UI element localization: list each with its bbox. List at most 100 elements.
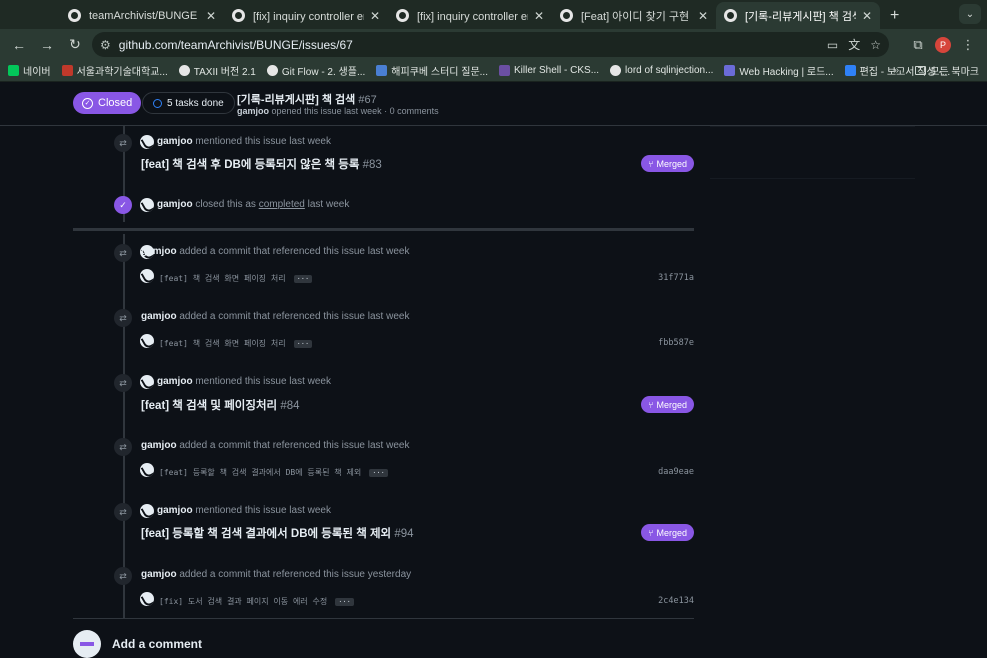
close-icon[interactable]: ✕	[534, 9, 544, 23]
tab-search-icon[interactable]: ⌄	[959, 4, 981, 24]
tasks-progress[interactable]: 5 tasks done	[142, 92, 235, 114]
bookmark-item[interactable]: lord of sqlinjection...	[610, 65, 713, 76]
extensions-icon[interactable]: ⧉	[907, 37, 929, 53]
commit-message[interactable]: [feat] 책 검색 화면 페이징 처리 ···	[159, 338, 313, 349]
commit-sha[interactable]: 31f771a	[658, 273, 694, 283]
forward-icon[interactable]: →	[36, 37, 58, 53]
bookmark-label: 해피쿠베 스터디 질문...	[391, 67, 488, 78]
user-link[interactable]: gamjoo	[141, 569, 177, 580]
cast-icon[interactable]: ▭	[827, 38, 838, 52]
merged-badge: ⑂ Merged	[641, 155, 694, 172]
browser-tab-active[interactable]: [기록-리뷰게시판] 책 검색 · Issue ✕	[716, 2, 880, 29]
commit-text[interactable]: [feat] 책 검색 화면 페이징 처리	[159, 339, 286, 348]
timeline-event: ⇄ gamjoo mentioned this issue last week …	[114, 374, 694, 416]
close-icon[interactable]: ✕	[862, 9, 872, 23]
referenced-pr[interactable]: [feat] 책 검색 및 페이징처리 #84	[141, 397, 300, 413]
event-description: mentioned this issue last week	[195, 376, 331, 387]
pr-title[interactable]: [feat] 책 검색 및 페이징처리	[141, 400, 277, 412]
bookmark-label: 서울과학기술대학교...	[76, 67, 168, 78]
user-link[interactable]: gamjoo	[157, 199, 193, 210]
issue-number: #67	[358, 94, 377, 106]
avatar[interactable]	[140, 463, 154, 477]
cross-reference-icon: ⇄	[114, 503, 132, 521]
pr-number: #84	[280, 400, 300, 412]
browser-tab[interactable]: [fix] inquiry controller error 수 ✕	[388, 2, 552, 29]
expand-button[interactable]: ···	[335, 598, 354, 606]
add-comment-heading: Add a comment	[112, 637, 203, 651]
issue-state-badge: ✓ Closed	[73, 92, 142, 114]
referenced-pr[interactable]: [feat] 등록할 책 검색 결과에서 DB에 등록된 책 제외 #94	[141, 525, 414, 541]
completed-link[interactable]: completed	[259, 199, 305, 210]
close-icon[interactable]: ✕	[698, 9, 708, 23]
user-link[interactable]: gamjoo	[157, 376, 193, 387]
avatar[interactable]	[140, 269, 154, 283]
bookmark-star-icon[interactable]: ☆	[870, 38, 881, 52]
translate-icon[interactable]: 文	[848, 36, 860, 53]
close-icon[interactable]: ✕	[370, 9, 380, 23]
avatar[interactable]	[140, 592, 154, 606]
bookmarks-more-button[interactable]: »	[893, 65, 899, 76]
all-bookmarks-button[interactable]: 모든 북마크	[915, 63, 979, 78]
expand-button[interactable]: ···	[293, 275, 313, 283]
commit-text[interactable]: [feat] 등록할 책 검색 결과에서 DB에 등록된 책 제외	[159, 468, 361, 477]
site-info-icon[interactable]: ⚙	[100, 38, 111, 52]
commit-sha[interactable]: fbb587e	[658, 338, 694, 348]
user-link[interactable]: gamjoo	[141, 246, 177, 257]
timeline-event: ⇄ gamjoo added a commit that referenced …	[114, 567, 694, 609]
bookmark-item[interactable]: Git Flow - 2. 생플...	[266, 63, 365, 78]
commit-message[interactable]: [feat] 등록할 책 검색 결과에서 DB에 등록된 책 제외 ···	[159, 467, 388, 478]
user-link[interactable]: gamjoo	[157, 505, 193, 516]
event-text: gamjoo mentioned this issue last week	[157, 376, 331, 387]
bookmark-item[interactable]: Killer Shell - CKS...	[499, 65, 599, 76]
merge-icon: ⑂	[648, 527, 654, 538]
address-bar[interactable]: ⚙ github.com/teamArchivist/BUNGE/issues/…	[92, 32, 889, 57]
github-icon	[68, 9, 81, 22]
browser-tab[interactable]: teamArchivist/BUNGE ✕	[60, 2, 224, 29]
expand-button[interactable]: ···	[293, 340, 313, 348]
avatar[interactable]	[140, 334, 154, 348]
commit-sha[interactable]: daa9eae	[658, 467, 694, 477]
bookmark-item[interactable]: Web Hacking | 로드...	[724, 63, 834, 78]
expand-button[interactable]: ···	[369, 469, 388, 477]
pr-title[interactable]: [feat] 책 검색 후 DB에 등록되지 않은 책 등록	[141, 159, 359, 171]
url-text[interactable]: github.com/teamArchivist/BUNGE/issues/67	[119, 38, 817, 52]
referenced-pr[interactable]: [feat] 책 검색 후 DB에 등록되지 않은 책 등록 #83	[141, 156, 382, 172]
naver-icon	[8, 65, 19, 76]
title-text: [기록-리뷰게시판] 책 검색	[237, 94, 356, 106]
back-icon[interactable]: ←	[8, 37, 30, 53]
author-link[interactable]: gamjoo	[237, 106, 269, 116]
reload-icon[interactable]: ↻	[64, 36, 86, 53]
pr-title[interactable]: [feat] 등록할 책 검색 결과에서 DB에 등록된 책 제외	[141, 528, 391, 540]
commit-message[interactable]: [fix] 도서 검색 결과 페이지 이동 에러 수정 ···	[159, 596, 354, 607]
commit-sha[interactable]: 2c4e134	[658, 596, 694, 606]
close-icon[interactable]: ✕	[206, 9, 216, 23]
avatar[interactable]	[140, 375, 154, 389]
avatar[interactable]	[140, 504, 154, 518]
event-description: added a commit that referenced this issu…	[179, 440, 410, 451]
tab-title: [fix] inquiry controller error 수	[253, 10, 364, 23]
bookmark-item[interactable]: 서울과학기술대학교...	[61, 63, 168, 78]
avatar[interactable]	[140, 135, 154, 149]
new-tab-button[interactable]: +	[890, 2, 899, 29]
commit-text[interactable]: [fix] 도서 검색 결과 페이지 이동 에러 수정	[159, 597, 327, 606]
user-link[interactable]: gamjoo	[141, 311, 177, 322]
globe-icon	[178, 65, 190, 76]
document-icon	[376, 65, 388, 76]
bookmark-item[interactable]: 네이버	[8, 63, 51, 78]
avatar[interactable]	[140, 198, 154, 212]
commit-message[interactable]: [feat] 책 검색 화면 페이징 처리 ···	[159, 273, 313, 284]
commit-text[interactable]: [feat] 책 검색 화면 페이징 처리	[159, 274, 286, 283]
bookmarks-bar: 네이버 서울과학기술대학교... TAXII 버전 2.1 Git Flow -…	[0, 60, 987, 82]
menu-icon[interactable]: ⋮	[957, 37, 979, 53]
user-link[interactable]: gamjoo	[141, 440, 177, 451]
bookmark-label: lord of sqlinjection...	[625, 65, 714, 76]
status-label: Merged	[656, 399, 687, 410]
browser-tab[interactable]: [fix] inquiry controller error 수 ✕	[224, 2, 388, 29]
profile-avatar[interactable]: P	[935, 36, 951, 53]
bookmark-item[interactable]: TAXII 버전 2.1	[178, 63, 256, 78]
browser-tab[interactable]: [Feat] 아이디 찾기 구현 수정 by ... ✕	[552, 2, 716, 29]
status-label: Merged	[656, 527, 687, 538]
state-label: Closed	[98, 97, 133, 109]
bookmark-item[interactable]: 해피쿠베 스터디 질문...	[376, 63, 488, 78]
user-link[interactable]: gamjoo	[157, 136, 193, 147]
